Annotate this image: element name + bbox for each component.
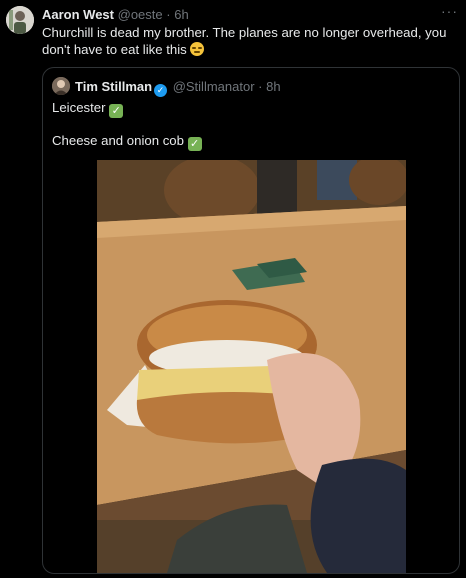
quoted-author-handle: @Stillmanator: [172, 79, 255, 94]
tweet-text: Churchill is dead my brother. The planes…: [42, 24, 458, 58]
quoted-header: Tim Stillman ✓ @Stillmanator · 8h: [75, 79, 281, 97]
author-handle[interactable]: @oeste: [118, 7, 163, 22]
quoted-tweet[interactable]: Tim Stillman ✓ @Stillmanator · 8h Leicest…: [42, 67, 460, 574]
quoted-line-1: Leicester ✓: [52, 99, 124, 118]
quoted-line-2: Cheese and onion cob ✓: [52, 132, 202, 151]
author-avatar[interactable]: [6, 6, 34, 34]
verified-badge-icon: ✓: [154, 84, 168, 97]
tweet-card[interactable]: Aaron West @oeste · 6h ··· Churchill is …: [0, 0, 466, 578]
quoted-time: 8h: [266, 79, 281, 94]
more-options-icon[interactable]: ···: [441, 3, 458, 19]
tweet-time[interactable]: 6h: [174, 7, 188, 22]
quoted-line-2-text: Cheese and onion cob: [52, 133, 184, 148]
photo-image: [97, 160, 406, 573]
separator: ·: [166, 7, 171, 22]
tweet-body: Churchill is dead my brother. The planes…: [42, 25, 447, 57]
pensive-face-icon: [190, 42, 205, 56]
check-mark-button-icon: ✓: [109, 104, 124, 118]
tweet-header: Aaron West @oeste · 6h: [42, 7, 189, 23]
author-name[interactable]: Aaron West: [42, 7, 114, 22]
sandwich-photo[interactable]: [97, 160, 406, 573]
quoted-author-avatar: [52, 77, 70, 95]
quoted-line-1-text: Leicester: [52, 100, 106, 115]
quoted-author-name: Tim Stillman: [75, 79, 153, 94]
separator: ·: [258, 79, 263, 94]
check-mark-button-icon: ✓: [187, 137, 202, 151]
